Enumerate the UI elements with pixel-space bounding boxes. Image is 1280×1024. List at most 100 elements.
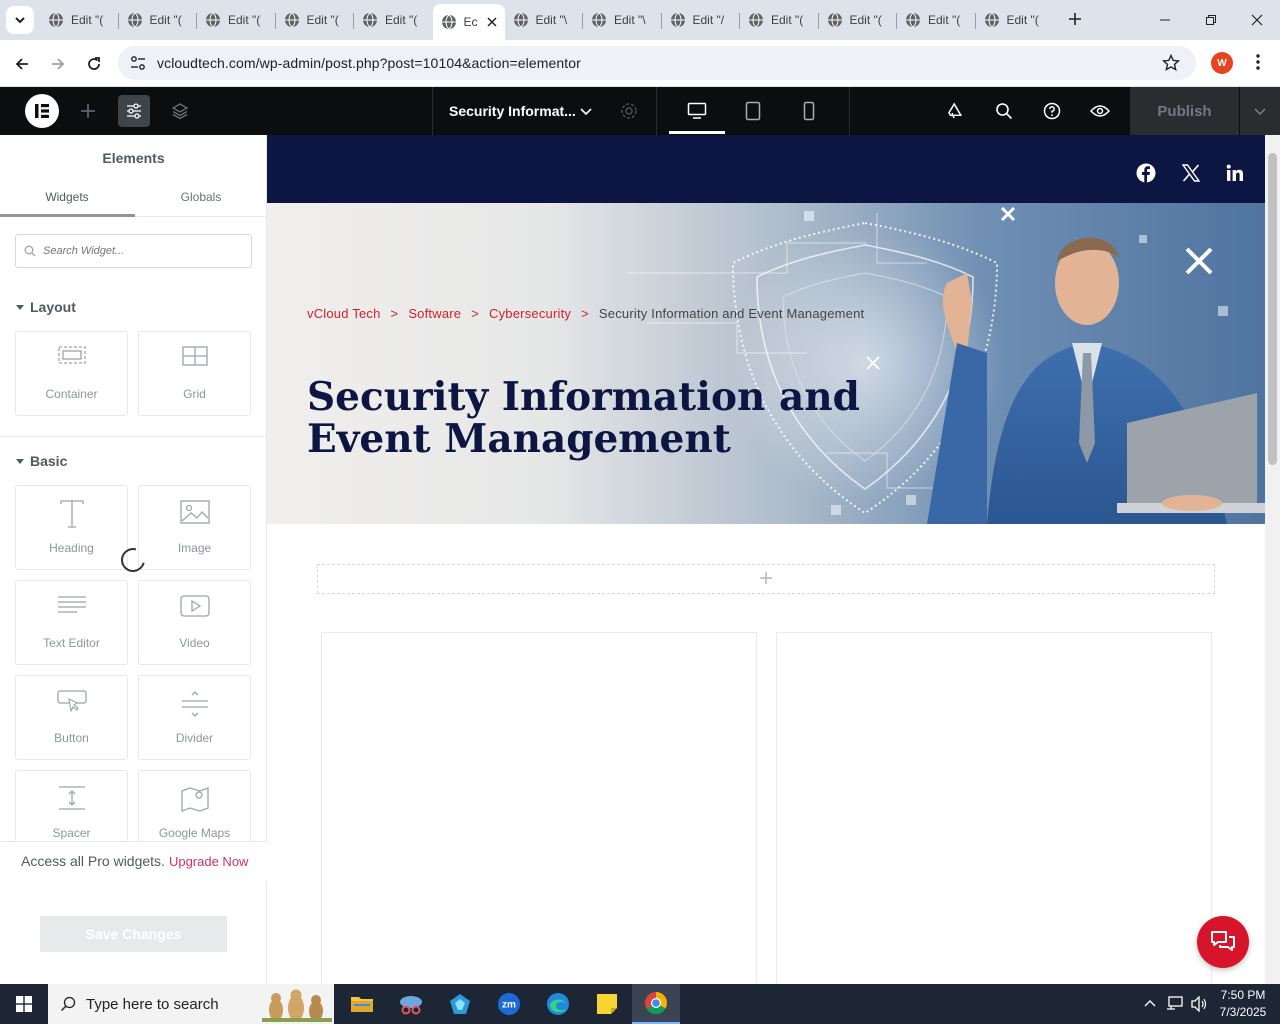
taskbar-chrome[interactable] [632, 984, 680, 1024]
breadcrumb-separator: > [581, 306, 589, 321]
facebook-link[interactable] [1135, 162, 1157, 184]
bookmark-star-icon[interactable] [1162, 54, 1180, 72]
browser-tab[interactable]: Edit "( [740, 4, 819, 36]
site-settings-icon[interactable] [129, 54, 147, 72]
volume-icon[interactable] [1190, 996, 1208, 1012]
widget-heading[interactable]: Heading [15, 485, 128, 570]
globe-icon [749, 12, 763, 28]
sliders-icon [127, 103, 141, 119]
browser-tab[interactable]: Edit "( [119, 4, 198, 36]
clock-time[interactable]: 7:50 PM [1214, 988, 1272, 1002]
taskbar-edge[interactable] [534, 984, 582, 1024]
save-changes-button[interactable]: Save Changes [40, 916, 227, 952]
publish-options-button[interactable] [1240, 87, 1280, 135]
add-section-area[interactable]: + [317, 564, 1215, 594]
browser-menu-button[interactable] [1250, 52, 1266, 77]
add-element-button[interactable] [72, 95, 104, 127]
widget-grid[interactable]: Grid [138, 331, 251, 416]
elementor-logo-button[interactable] [25, 94, 59, 128]
container-icon [57, 346, 86, 364]
publish-button[interactable]: Publish [1130, 87, 1239, 135]
upgrade-now-link[interactable]: Upgrade Now [169, 854, 249, 869]
globe-icon [592, 12, 606, 28]
close-tab-icon[interactable] [486, 17, 497, 27]
back-button[interactable] [10, 52, 34, 76]
browser-tab[interactable]: Edit "( [354, 4, 433, 36]
breadcrumb-link[interactable]: Cybersecurity [489, 306, 571, 321]
empty-column-right[interactable] [776, 632, 1212, 984]
breadcrumb-link[interactable]: vCloud Tech [307, 306, 381, 321]
browser-tab[interactable]: Edit "\ [505, 4, 584, 36]
canvas-scrollbar[interactable] [1265, 135, 1280, 984]
taskbar-file-explorer[interactable] [338, 984, 386, 1024]
forward-button[interactable] [46, 52, 70, 76]
structure-button[interactable] [164, 95, 196, 127]
close-window-button[interactable] [1234, 0, 1280, 40]
empty-column-left[interactable] [321, 632, 757, 984]
chevron-down-icon [580, 108, 592, 116]
browser-tab[interactable]: Edit "( [197, 4, 276, 36]
tab-title: Edit "( [849, 13, 882, 27]
browser-tab[interactable]: Edit "( [819, 4, 898, 36]
site-settings-button[interactable] [118, 95, 150, 127]
taskbar-sticky-notes[interactable] [583, 984, 631, 1024]
widget-image[interactable]: Image [138, 485, 251, 570]
help-button[interactable] [1040, 99, 1064, 123]
basic-section-toggle[interactable]: Basic [16, 453, 67, 469]
address-bar[interactable]: vcloudtech.com/wp-admin/post.php?post=10… [118, 46, 1196, 80]
tab-globals[interactable]: Globals [134, 190, 268, 204]
browser-tab[interactable]: Edit "( [276, 4, 355, 36]
clock-date[interactable]: 7/3/2025 [1214, 1005, 1272, 1019]
minimize-button[interactable] [1142, 0, 1188, 40]
show-hidden-icons-icon[interactable] [1143, 997, 1157, 1011]
chat-widget-button[interactable] [1197, 916, 1249, 968]
browser-tab[interactable]: Edit "/ [662, 4, 741, 36]
page-title-dropdown[interactable]: Security Informat... [432, 87, 657, 135]
browser-tab-active[interactable]: Ec [432, 4, 505, 40]
layout-section-toggle[interactable]: Layout [16, 299, 76, 315]
tablet-mode-button[interactable] [741, 99, 765, 123]
taskbar-zoom[interactable]: zm [485, 984, 533, 1024]
taskbar-search[interactable]: Type here to search [48, 984, 334, 1024]
taskbar-snipping-tool[interactable] [387, 984, 435, 1024]
spacer-icon [58, 786, 85, 810]
profile-avatar[interactable]: W [1211, 52, 1233, 74]
widget-video[interactable]: Video [138, 580, 251, 665]
tab-search-button[interactable] [6, 6, 34, 34]
browser-tab[interactable]: Edit "( [897, 4, 976, 36]
widget-button[interactable]: Button [15, 675, 128, 760]
gear-icon[interactable] [619, 101, 639, 121]
new-tab-button[interactable] [1066, 10, 1084, 33]
widget-search-input[interactable] [43, 245, 243, 257]
start-button[interactable] [0, 984, 48, 1024]
widget-container[interactable]: Container [15, 331, 128, 416]
finder-button[interactable] [992, 99, 1016, 123]
windows-taskbar: Type here to search zm 7:50 PM 7/3/2025 [0, 984, 1280, 1024]
hero-section[interactable]: vCloud Tech > Software > Cybersecurity >… [267, 203, 1265, 524]
restore-button[interactable] [1188, 0, 1234, 40]
widget-text-editor[interactable]: Text Editor [15, 580, 128, 665]
breadcrumb-link[interactable]: Software [408, 306, 461, 321]
whats-new-button[interactable] [944, 99, 968, 123]
grid-icon [181, 346, 208, 366]
widget-divider[interactable]: Divider [138, 675, 251, 760]
widget-search-box[interactable] [15, 234, 252, 268]
linkedin-link[interactable] [1224, 162, 1246, 184]
eye-icon [1090, 105, 1110, 117]
browser-tab[interactable]: Edit "\ [583, 4, 662, 36]
taskbar-search-placeholder: Type here to search [86, 995, 219, 1013]
x-link[interactable] [1180, 162, 1202, 184]
browser-tab[interactable]: Edit "( [976, 4, 1055, 36]
network-icon[interactable] [1166, 996, 1184, 1012]
mobile-mode-button[interactable] [797, 99, 821, 123]
search-icon [60, 996, 76, 1012]
hero-title[interactable]: Security Information and Event Managemen… [307, 376, 947, 460]
taskbar-app-blue[interactable] [436, 984, 484, 1024]
reload-button[interactable] [82, 52, 106, 76]
preview-button[interactable] [1088, 99, 1112, 123]
tab-title: Edit "( [149, 13, 182, 27]
browser-tab[interactable]: Edit "( [40, 4, 119, 36]
desktop-mode-button[interactable] [685, 99, 709, 123]
tab-widgets[interactable]: Widgets [0, 190, 134, 204]
scrollbar-thumb[interactable] [1268, 153, 1277, 465]
